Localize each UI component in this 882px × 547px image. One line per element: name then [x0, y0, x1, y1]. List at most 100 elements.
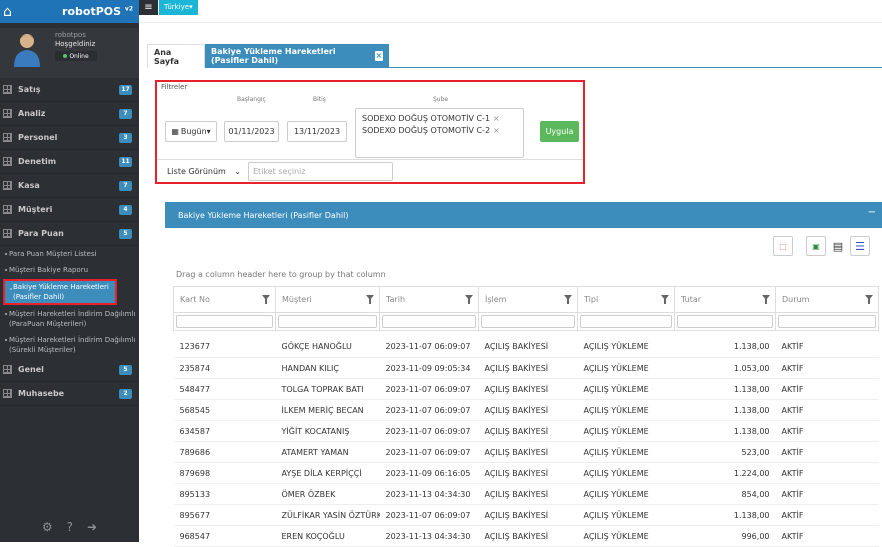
divider: [157, 159, 583, 160]
apply-button[interactable]: Uygula: [540, 121, 579, 142]
sidebar-item-kasa[interactable]: Kasa 7: [0, 174, 139, 198]
pdf-export-icon[interactable]: ⬚: [773, 236, 793, 256]
table-row[interactable]: 548477 TOLGA TOPRAK BATI 2023-11-07 06:09:…: [173, 378, 879, 400]
filter-icon[interactable]: [262, 295, 270, 304]
close-icon[interactable]: ×: [374, 51, 383, 61]
close-icon[interactable]: ×: [493, 114, 500, 123]
column-header[interactable]: Kart No: [173, 286, 276, 313]
view-select[interactable]: Liste Görünüm ⌄: [163, 162, 245, 181]
table-cell: AKTİF: [775, 336, 879, 358]
table-row[interactable]: 235874 HANDAN KILIÇ 2023-11-09 09:05:34 AÇI…: [173, 357, 879, 379]
table-cell: 2023-11-07 06:09:07: [379, 378, 479, 400]
filter-icon[interactable]: [661, 295, 669, 304]
welcome-text: Hoşgeldiniz: [55, 40, 96, 48]
sidebar-item-genel[interactable]: Genel 5: [0, 358, 139, 382]
column-filter-input[interactable]: [382, 315, 476, 328]
table-cell: AÇILIŞ YÜKLEME: [577, 525, 675, 547]
sidebar-subitem-active[interactable]: Bakiye Yükleme Hareketleri (Pasifler Dah…: [3, 279, 117, 305]
column-filter-input[interactable]: [481, 315, 575, 328]
sidebar-item-müşteri[interactable]: Müşteri 4: [0, 198, 139, 222]
filter-icon[interactable]: [762, 295, 770, 304]
column-header[interactable]: Müşteri: [275, 286, 380, 313]
branch-multiselect[interactable]: SODEXO DOĞUŞ OTOMOTİV C-1 × SODEXO DOĞUŞ …: [355, 108, 524, 158]
column-header[interactable]: İşlem: [478, 286, 578, 313]
table-cell: 634587: [173, 420, 276, 442]
filter-icon[interactable]: [366, 295, 374, 304]
column-filter-input[interactable]: [580, 315, 672, 328]
collapse-icon[interactable]: −: [868, 207, 876, 218]
column-filter-input[interactable]: [778, 315, 876, 328]
logout-icon[interactable]: ➜: [87, 520, 97, 534]
table-cell: AKTİF: [775, 399, 879, 421]
header-row: Kart No Müşteri Tarih İşlem Tipi Tutar Durum: [173, 286, 879, 313]
table-cell: AKTİF: [775, 378, 879, 400]
status-badge: Online: [55, 51, 97, 61]
sidebar-subitem[interactable]: Müşteri Bakiye Raporu: [0, 262, 139, 278]
home-icon[interactable]: ⌂: [3, 5, 12, 19]
save-icon[interactable]: ▤: [828, 236, 848, 256]
sidebar-subitem[interactable]: Müşteri Hareketleri İndirim Dağılımlı (S…: [0, 332, 139, 358]
table-cell: 1.138,00: [674, 378, 776, 400]
column-filter-input[interactable]: [677, 315, 773, 328]
table-cell: 2023-11-09 06:16:05: [379, 462, 479, 484]
table-row[interactable]: 634587 YİĞİT KOCATANIŞ 2023-11-07 06:09:07…: [173, 420, 879, 442]
table-row[interactable]: 789686 ATAMERT YAMAN 2023-11-07 06:09:07 AÇ…: [173, 441, 879, 463]
grid-icon: [3, 365, 12, 374]
column-header[interactable]: Tarih: [379, 286, 479, 313]
start-label: Başlangıç: [237, 96, 266, 103]
column-header[interactable]: Tipi: [577, 286, 675, 313]
end-date-input[interactable]: 13/11/2023: [287, 121, 347, 142]
column-header[interactable]: Durum: [775, 286, 879, 313]
period-dropdown[interactable]: ▦ Bugün ▾: [165, 121, 217, 142]
table-cell: TOLGA TOPRAK BATI: [275, 378, 380, 400]
sidebar-item-muhasebe[interactable]: Muhasebe 2: [0, 382, 139, 406]
columns-icon[interactable]: ☰: [850, 236, 870, 256]
sidebar-item-satış[interactable]: Satış 17: [0, 78, 139, 102]
table-cell: 968547: [173, 525, 276, 547]
sidebar-item-para-puan[interactable]: Para Puan 5: [0, 222, 139, 246]
table-row[interactable]: 895677 ZÜLFİKAR YASİN ÖZTÜRK 2023-11-07 06…: [173, 504, 879, 526]
table-row[interactable]: 895133 ÖMER ÖZBEK 2023-11-13 04:34:30 AÇILI…: [173, 483, 879, 505]
table-row[interactable]: 968547 EREN KOÇOĞLU 2023-11-13 04:34:30 AÇI…: [173, 525, 879, 547]
start-date-input[interactable]: 01/11/2023: [224, 121, 279, 142]
table-cell: ÖMER ÖZBEK: [275, 483, 380, 505]
column-filter-input[interactable]: [278, 315, 377, 328]
sidebar-subitem[interactable]: Müşteri Hareketleri İndirim Dağılımlı (P…: [0, 306, 139, 332]
table-cell: AÇILIŞ YÜKLEME: [577, 483, 675, 505]
column-filter-input[interactable]: [176, 315, 273, 328]
table-cell: 2023-11-07 06:09:07: [379, 441, 479, 463]
table-cell: 1.138,00: [674, 420, 776, 442]
language-dropdown[interactable]: Türkiye▾: [159, 0, 198, 15]
table-row[interactable]: 568545 İLKEM MERİÇ BECAN 2023-11-07 06:09:…: [173, 399, 879, 421]
sidebar-menu: Satış 17 Analiz 7 Personel 3 Denetim 11 Kasa 7 Müş…: [0, 78, 139, 406]
tab-balance-movements[interactable]: Bakiye Yükleme Hareketleri (Pasifler Dah…: [205, 44, 389, 68]
table-row[interactable]: 879698 AYŞE DİLA KERPİÇÇİ 2023-11-09 06:16…: [173, 462, 879, 484]
count-badge: 2: [119, 388, 132, 399]
gear-icon[interactable]: ⚙: [42, 520, 53, 534]
table-cell: AÇILIŞ BAKİYESİ: [478, 420, 578, 442]
sidebar-header: ⌂ robotPOS v2: [0, 0, 139, 23]
close-icon[interactable]: ×: [493, 126, 500, 135]
sidebar-item-analiz[interactable]: Analiz 7: [0, 102, 139, 126]
sidebar-subitem[interactable]: Para Puan Müşteri Listesi: [0, 246, 139, 262]
excel-export-icon[interactable]: ▣: [806, 236, 826, 256]
table-cell: AÇILIŞ BAKİYESİ: [478, 399, 578, 421]
branch-label: Şube: [433, 96, 449, 103]
sidebar-item-denetim[interactable]: Denetim 11: [0, 150, 139, 174]
tag-select[interactable]: Etiket seçiniz: [248, 162, 393, 181]
sidebar-item-personel[interactable]: Personel 3: [0, 126, 139, 150]
brand-logo[interactable]: robotPOS v2: [62, 5, 133, 18]
filter-icon[interactable]: [465, 295, 473, 304]
grid-icon: [3, 85, 12, 94]
filter-icon[interactable]: [865, 295, 873, 304]
filter-icon[interactable]: [564, 295, 572, 304]
tab-home[interactable]: Ana Sayfa: [147, 44, 205, 68]
help-icon[interactable]: ?: [67, 520, 73, 534]
topbar: ≡ Türkiye▾: [139, 0, 882, 23]
table-row[interactable]: 123677 GÖKÇE HANOĞLU 2023-11-07 06:09:07 AÇ…: [173, 336, 879, 358]
table-cell: AKTİF: [775, 525, 879, 547]
grid-icon: [3, 109, 12, 118]
end-label: Bitiş: [313, 96, 326, 103]
column-header[interactable]: Tutar: [674, 286, 776, 313]
menu-toggle-icon[interactable]: ≡: [139, 0, 158, 15]
